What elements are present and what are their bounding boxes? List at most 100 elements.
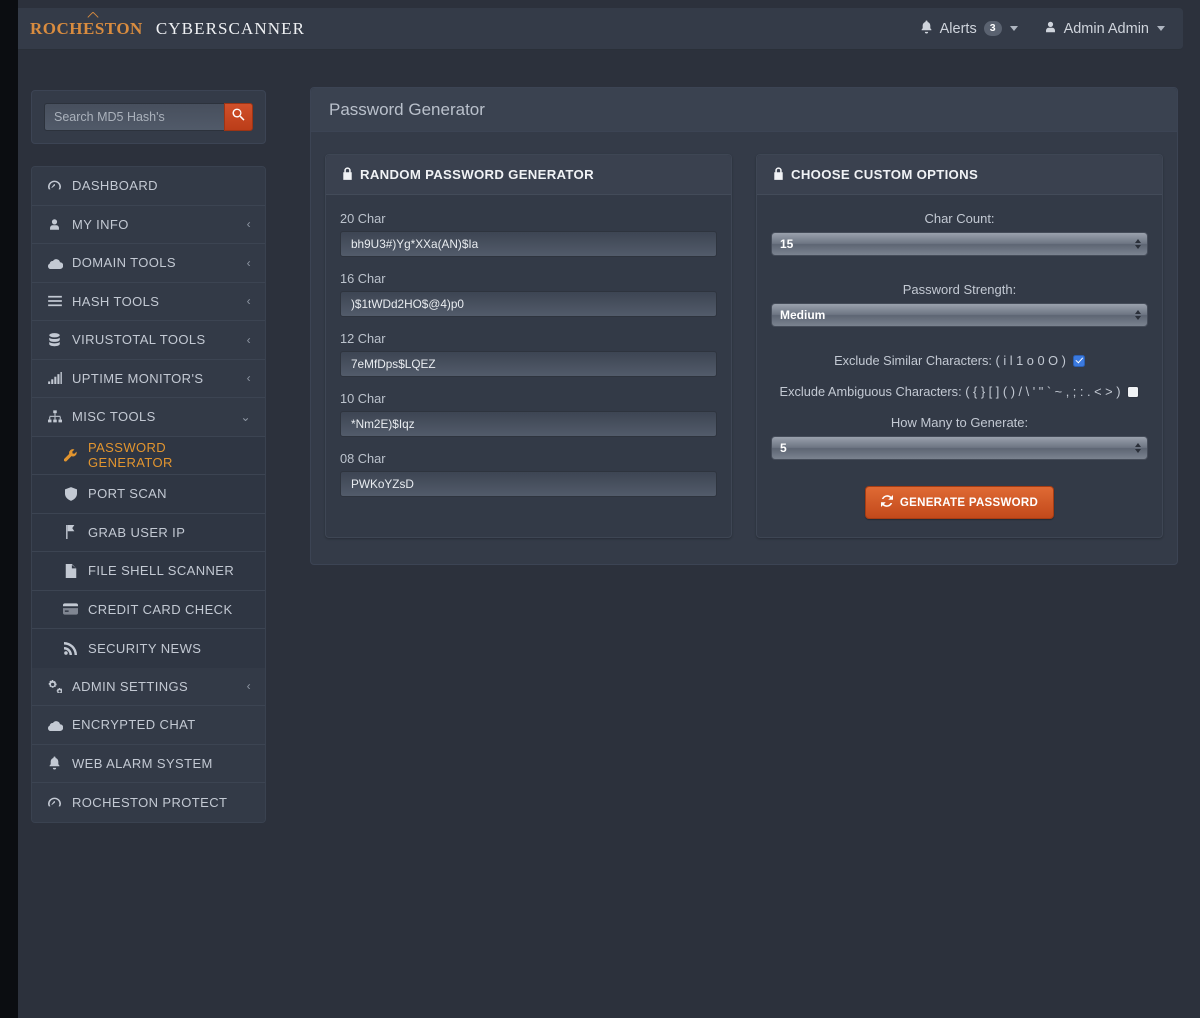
sidebar-item-credit-card-check[interactable]: CREDIT CARD CHECK — [32, 590, 265, 629]
password-strength-select[interactable]: Medium — [771, 303, 1148, 327]
lock-icon — [342, 166, 353, 183]
panel-header: Password Generator — [311, 88, 1177, 132]
password-value-input[interactable] — [340, 291, 717, 317]
sidebar-item-label: HASH TOOLS — [72, 293, 160, 309]
exclude-ambiguous-checkbox[interactable] — [1127, 385, 1140, 398]
search-icon — [232, 108, 245, 126]
signal-icon — [46, 372, 63, 385]
sidebar-item-grab-user-ip[interactable]: GRAB USER IP — [32, 513, 265, 552]
rss-icon — [62, 641, 79, 655]
lock-icon — [773, 166, 784, 183]
random-password-card-body: 20 Char 16 Char 12 Char 10 Char — [326, 195, 731, 515]
credit-card-icon — [62, 603, 79, 615]
char-count-select[interactable]: 15 — [771, 232, 1148, 256]
sidebar-item-label: MY INFO — [72, 216, 129, 232]
custom-options-card-body: Char Count: 15 Password Strength: Medium… — [757, 195, 1162, 537]
random-password-card-header: RANDOM PASSWORD GENERATOR — [326, 155, 731, 195]
generate-password-label: GENERATE PASSWORD — [899, 496, 1039, 509]
sidebar-item-hash-tools[interactable]: HASH TOOLS ‹ — [32, 282, 265, 321]
how-many-select[interactable]: 5 — [771, 436, 1148, 460]
sidebar-item-password-generator[interactable]: PASSWORD GENERATOR — [32, 436, 265, 475]
search-button[interactable] — [224, 103, 253, 131]
how-many-select-wrap: 5 — [771, 436, 1148, 460]
random-password-card: RANDOM PASSWORD GENERATOR 20 Char 16 Cha… — [325, 154, 732, 538]
app-page: ROCHESTON CYBERSCANNER Alerts 3 Admin Ad… — [18, 0, 1200, 1018]
sidebar-item-label: ENCRYPTED CHAT — [72, 717, 196, 733]
exclude-similar-row: Exclude Similar Characters: ( i l 1 o 0 … — [771, 353, 1148, 368]
sidebar-item-rocheston-protect[interactable]: ROCHESTON PROTECT — [32, 783, 265, 822]
bell-icon — [920, 20, 933, 38]
sidebar-item-label: GRAB USER IP — [88, 524, 186, 540]
field-label: 12 Char — [340, 331, 386, 346]
password-value-input[interactable] — [340, 351, 717, 377]
field-label: 16 Char — [340, 271, 386, 286]
shield-icon — [62, 486, 79, 501]
exclude-similar-label: Exclude Similar Characters: ( i l 1 o 0 … — [834, 353, 1066, 368]
sidebar-item-file-shell-scanner[interactable]: FILE SHELL SCANNER — [32, 552, 265, 591]
chevron-icon: ‹ — [246, 679, 251, 694]
bars-icon — [46, 295, 63, 307]
sidebar-item-label: PORT SCAN — [88, 486, 167, 502]
password-generator-panel: Password Generator RANDOM PASSWORD GENER… — [310, 87, 1178, 565]
char-count-select-wrap: 15 — [771, 232, 1148, 256]
gears-icon — [46, 679, 63, 693]
how-many-label: How Many to Generate: — [890, 415, 1029, 430]
sidebar-item-web-alarm-system[interactable]: WEB ALARM SYSTEM — [32, 744, 265, 783]
sidebar-item-label: SECURITY NEWS — [88, 640, 202, 656]
dashboard-icon — [46, 796, 63, 809]
dashboard-icon — [46, 179, 63, 192]
top-navbar: ROCHESTON CYBERSCANNER Alerts 3 Admin Ad… — [18, 8, 1183, 50]
brand-tick-icon — [86, 10, 99, 23]
generate-password-button[interactable]: GENERATE PASSWORD — [864, 486, 1055, 519]
flag-icon — [62, 525, 79, 540]
database-icon — [46, 332, 63, 347]
password-strength-select-wrap: Medium — [771, 303, 1148, 327]
user-name-label: Admin Admin — [1063, 20, 1149, 37]
sidebar-item-admin-settings[interactable]: ADMIN SETTINGS ‹ — [32, 667, 265, 706]
sidebar-item-encrypted-chat[interactable]: ENCRYPTED CHAT — [32, 706, 265, 745]
search-input[interactable] — [44, 103, 224, 131]
sidebar-item-port-scan[interactable]: PORT SCAN — [32, 475, 265, 514]
sidebar-item-label: DOMAIN TOOLS — [72, 255, 177, 271]
main-content: Password Generator RANDOM PASSWORD GENER… — [310, 87, 1178, 565]
sidebar-item-label: UPTIME MONITOR'S — [72, 370, 204, 386]
chevron-down-icon — [1157, 26, 1165, 31]
cloud-icon — [46, 257, 63, 269]
user-menu[interactable]: Admin Admin — [1044, 20, 1165, 38]
password-value-input[interactable] — [340, 471, 717, 497]
password-value-input[interactable] — [340, 411, 717, 437]
navbar-right: Alerts 3 Admin Admin — [920, 20, 1165, 38]
exclude-similar-checkbox[interactable] — [1072, 354, 1085, 367]
sidebar-item-dashboard[interactable]: DASHBOARD — [32, 167, 265, 206]
custom-options-card-header: CHOOSE CUSTOM OPTIONS — [757, 155, 1162, 195]
alerts-count-badge: 3 — [983, 20, 1002, 37]
sidebar-menu: DASHBOARD MY INFO ‹ DOMAIN TOOLS ‹ HASH … — [31, 166, 266, 823]
sidebar-item-label: VIRUSTOTAL TOOLS — [72, 332, 206, 348]
sidebar-item-label: FILE SHELL SCANNER — [88, 563, 235, 579]
password-value-input[interactable] — [340, 231, 717, 257]
chevron-down-icon — [1009, 26, 1018, 31]
brand-secondary: CYBERSCANNER — [155, 18, 306, 38]
sidebar-item-label: DASHBOARD — [72, 178, 158, 194]
search-panel — [31, 90, 266, 144]
sidebar-item-domain-tools[interactable]: DOMAIN TOOLS ‹ — [32, 244, 265, 283]
sidebar-item-virustotal-tools[interactable]: VIRUSTOTAL TOOLS ‹ — [32, 321, 265, 360]
password-field-08: 08 Char — [340, 451, 717, 497]
chevron-icon: ‹ — [246, 217, 251, 232]
chevron-icon: ‹ — [246, 371, 251, 386]
generate-button-wrap: GENERATE PASSWORD — [771, 486, 1148, 519]
field-label: 20 Char — [340, 211, 386, 226]
sidebar-item-label: MISC TOOLS — [72, 409, 156, 425]
brand-logo[interactable]: ROCHESTON CYBERSCANNER — [30, 10, 306, 39]
sidebar-item-label: ROCHESTON PROTECT — [72, 794, 228, 810]
chevron-icon: ‹ — [246, 332, 251, 347]
bell-icon — [46, 756, 63, 770]
sidebar-item-misc-tools[interactable]: MISC TOOLS ⌄ — [32, 398, 265, 437]
field-label: 10 Char — [340, 391, 386, 406]
sidebar-item-label: CREDIT CARD CHECK — [88, 601, 233, 617]
alerts-menu[interactable]: Alerts 3 — [920, 20, 1018, 38]
exclude-ambiguous-label: Exclude Ambiguous Characters: ( { } [ ] … — [779, 384, 1121, 399]
sidebar-item-my-info[interactable]: MY INFO ‹ — [32, 205, 265, 244]
sidebar-item-uptime-monitors[interactable]: UPTIME MONITOR'S ‹ — [32, 359, 265, 398]
sidebar-item-security-news[interactable]: SECURITY NEWS — [32, 629, 265, 668]
